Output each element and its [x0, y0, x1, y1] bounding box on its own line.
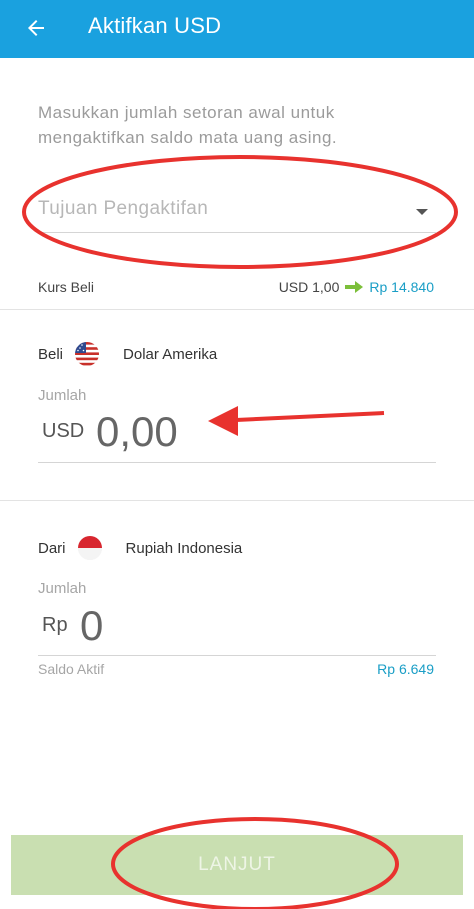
purpose-dropdown[interactable]: Tujuan Pengaktifan	[38, 192, 436, 233]
from-amount-label: Jumlah	[38, 580, 87, 597]
from-currency-name: Rupiah Indonesia	[125, 539, 243, 557]
purpose-dropdown-placeholder: Tujuan Pengaktifan	[38, 198, 209, 219]
arrow-left-icon	[28, 20, 44, 36]
balance-label: Saldo Aktif	[38, 661, 105, 677]
back-button[interactable]	[18, 10, 54, 46]
divider	[0, 309, 474, 310]
divider	[0, 500, 474, 501]
from-amount-field[interactable]: Rp 0	[38, 598, 436, 656]
indonesia-flag-icon	[77, 536, 102, 560]
buy-amount-label: Jumlah	[38, 387, 87, 404]
buy-currency-name: Dolar Amerika	[123, 345, 218, 363]
intro-text: Masukkan jumlah setoran awal untuk menga…	[38, 103, 338, 147]
from-label: Dari	[38, 539, 66, 557]
us-flag-icon	[75, 342, 100, 366]
rate-value: USD 1,00 Rp 14.840	[279, 279, 434, 295]
from-currency-code: Rp	[42, 614, 68, 636]
buy-amount-input[interactable]: 0,00	[96, 408, 178, 456]
balance-value: Rp 6.649	[377, 661, 434, 677]
next-button[interactable]: LANJUT	[11, 835, 463, 895]
caret-down-icon	[416, 209, 428, 215]
rate-to: Rp 14.840	[369, 279, 434, 295]
rate-label: Kurs Beli	[38, 279, 95, 295]
page-title: Aktifkan USD	[88, 13, 222, 38]
from-currency-header: Dari Rupiah Indonesia	[38, 536, 242, 560]
buy-currency-code: USD	[42, 420, 85, 442]
buy-currency-header: Beli Dolar Amerika	[38, 342, 217, 366]
buy-label: Beli	[38, 345, 64, 363]
buy-amount-field[interactable]: USD 0,00	[38, 404, 436, 463]
rate-from: USD 1,00	[278, 279, 340, 295]
arrow-right-icon	[345, 281, 364, 293]
app-bar: Aktifkan USD	[0, 0, 474, 58]
from-amount-input[interactable]: 0	[80, 602, 103, 650]
